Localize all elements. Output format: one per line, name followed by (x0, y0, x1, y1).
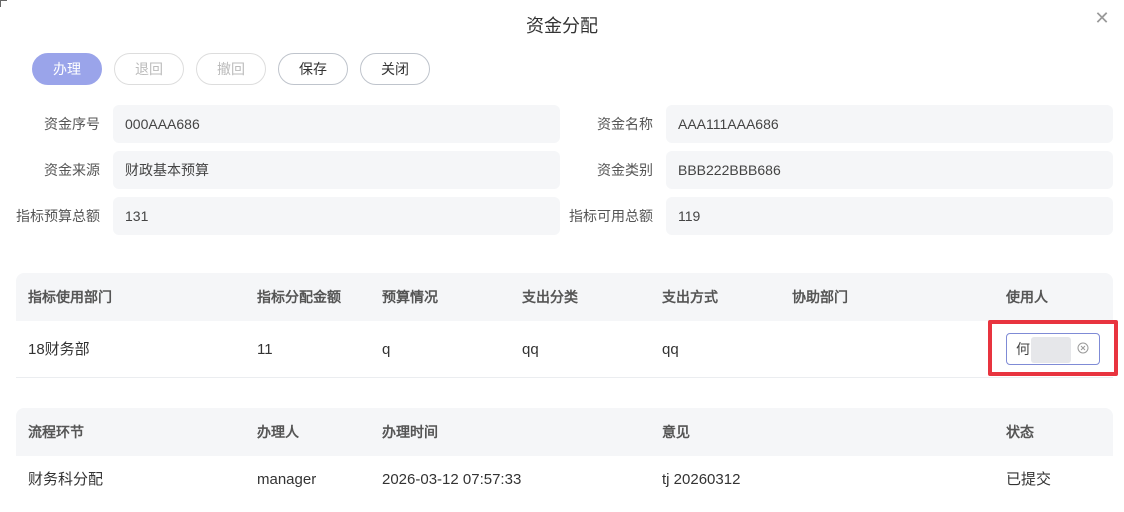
close-button[interactable]: 关闭 (360, 53, 430, 85)
flow-table-header: 流程环节 办理人 办理时间 意见 状态 (16, 408, 1113, 456)
available-total-field[interactable]: 119 (666, 197, 1113, 235)
cell-dept: 18财务部 (28, 341, 90, 358)
allocation-table-header: 指标使用部门 指标分配金额 预算情况 支出分类 支出方式 协助部门 使用人 (16, 273, 1113, 321)
col-opinion: 意见 (662, 424, 690, 440)
fund-category-label: 资金类别 (597, 162, 653, 178)
cell-opinion: tj 20260312 (662, 471, 741, 488)
fund-source-label: 资金来源 (44, 162, 100, 178)
highlight-box (988, 320, 1118, 376)
col-method: 支出方式 (662, 289, 718, 305)
fund-category-field[interactable]: BBB222BBB686 (666, 151, 1113, 189)
save-button[interactable]: 保存 (278, 53, 348, 85)
col-step: 流程环节 (28, 424, 84, 440)
fund-serial-label: 资金序号 (44, 116, 100, 132)
allocation-table: 指标使用部门 指标分配金额 预算情况 支出分类 支出方式 协助部门 使用人 18… (16, 273, 1113, 378)
cell-amount: 11 (257, 341, 273, 358)
table-row: 财务科分配 manager 2026-03-12 07:57:33 tj 202… (16, 456, 1113, 512)
budget-total-label: 指标预算总额 (16, 208, 100, 224)
cell-time: 2026-03-12 07:57:33 (382, 471, 522, 488)
col-time: 办理时间 (382, 424, 438, 440)
close-icon[interactable]: ✕ (1092, 8, 1112, 28)
handle-button[interactable]: 办理 (32, 53, 102, 85)
withdraw-button[interactable]: 撤回 (196, 53, 266, 85)
cell-step: 财务科分配 (28, 471, 104, 488)
cell-handler: manager (257, 471, 317, 488)
table-row: 18财务部 11 q qq qq (16, 321, 1113, 378)
fund-serial-field[interactable]: 000AAA686 (113, 105, 560, 143)
cell-budget: q (382, 341, 391, 358)
col-category: 支出分类 (522, 289, 578, 305)
col-amount: 指标分配金额 (257, 289, 341, 305)
cell-method: qq (662, 341, 679, 358)
fund-source-field[interactable]: 财政基本预算 (113, 151, 560, 189)
col-status: 状态 (1006, 424, 1034, 440)
fund-name-field[interactable]: AAA111AAA686 (666, 105, 1113, 143)
col-budget: 预算情况 (382, 289, 438, 305)
flow-table: 流程环节 办理人 办理时间 意见 状态 财务科分配 manager 2026-0… (16, 408, 1113, 502)
available-total-label: 指标可用总额 (569, 208, 653, 224)
col-assist: 协助部门 (792, 289, 848, 305)
col-user: 使用人 (1006, 289, 1048, 305)
fund-name-label: 资金名称 (597, 116, 653, 132)
window-corner (0, 0, 7, 7)
cell-category: qq (522, 341, 539, 358)
dialog-title: 资金分配 (526, 16, 598, 36)
budget-total-field[interactable]: 131 (113, 197, 560, 235)
return-button[interactable]: 退回 (114, 53, 184, 85)
col-handler: 办理人 (257, 424, 299, 440)
col-dept: 指标使用部门 (28, 289, 112, 305)
cell-status: 已提交 (1006, 471, 1052, 488)
